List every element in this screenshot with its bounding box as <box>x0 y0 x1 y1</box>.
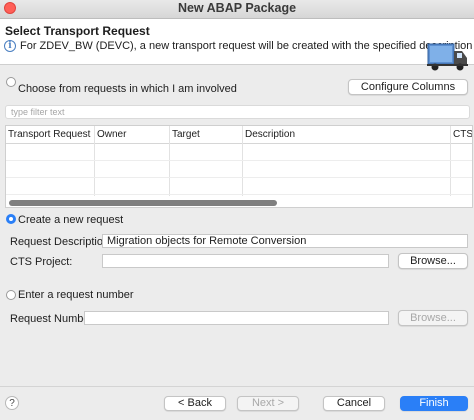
cancel-label: Cancel <box>336 397 372 409</box>
horizontal-scrollbar[interactable] <box>9 200 277 206</box>
create-new-request-radio[interactable] <box>6 214 16 224</box>
window-title: New ABAP Package <box>177 1 297 15</box>
table-row <box>6 160 472 161</box>
transport-request-table[interactable]: Transport Request Owner Target Descripti… <box>5 125 473 208</box>
next-label: Next > <box>251 397 285 409</box>
cancel-button[interactable]: Cancel <box>323 396 385 411</box>
column-header-description[interactable]: Description <box>245 129 295 140</box>
transport-truck-icon <box>427 43 468 71</box>
column-divider <box>242 126 243 196</box>
cts-project-input[interactable] <box>102 254 389 268</box>
finish-label: Finish <box>419 397 449 409</box>
next-button[interactable]: Next > <box>237 396 299 411</box>
back-label: < Back <box>178 397 212 409</box>
choose-requests-label: Choose from requests in which I am invol… <box>18 83 237 95</box>
choose-requests-radio[interactable] <box>6 77 16 87</box>
page-description: For ZDEV_BW (DEVC), a new transport requ… <box>20 40 473 52</box>
cts-project-label: CTS Project: <box>10 256 73 268</box>
column-header-transport-request[interactable]: Transport Request <box>8 129 90 140</box>
column-header-target[interactable]: Target <box>172 129 200 140</box>
page-title: Select Transport Request <box>5 24 150 38</box>
new-abap-package-dialog: New ABAP Package Select Transport Reques… <box>0 0 474 420</box>
table-row <box>6 177 472 178</box>
column-divider <box>169 126 170 196</box>
create-new-request-label: Create a new request <box>18 214 124 226</box>
column-header-owner[interactable]: Owner <box>97 129 126 140</box>
finish-button[interactable]: Finish <box>400 396 468 411</box>
wizard-header: Select Transport Request i For ZDEV_BW (… <box>0 19 474 71</box>
table-row <box>6 194 472 195</box>
browse-label: Browse... <box>410 255 456 267</box>
enter-request-number-label: Enter a request number <box>18 289 134 301</box>
footer-divider <box>0 386 474 387</box>
title-bar: New ABAP Package <box>0 0 474 19</box>
configure-columns-label: Configure Columns <box>360 81 456 93</box>
back-button[interactable]: < Back <box>164 396 226 411</box>
filter-input[interactable]: type filter text <box>5 105 470 119</box>
table-header: Transport Request Owner Target Descripti… <box>6 126 472 144</box>
request-description-input[interactable]: Migration objects for Remote Conversion <box>102 234 468 248</box>
cts-project-browse-button[interactable]: Browse... <box>398 253 468 269</box>
info-icon: i <box>4 40 16 52</box>
configure-columns-button[interactable]: Configure Columns <box>348 79 468 95</box>
request-number-input[interactable] <box>84 311 389 325</box>
column-header-cts-project[interactable]: CTS P <box>453 129 472 140</box>
browse-label: Browse... <box>410 312 456 324</box>
request-number-browse-button[interactable]: Browse... <box>398 310 468 326</box>
help-button[interactable]: ? <box>5 396 19 410</box>
column-divider <box>450 126 451 196</box>
enter-request-number-radio[interactable] <box>6 290 16 300</box>
column-divider <box>94 126 95 196</box>
